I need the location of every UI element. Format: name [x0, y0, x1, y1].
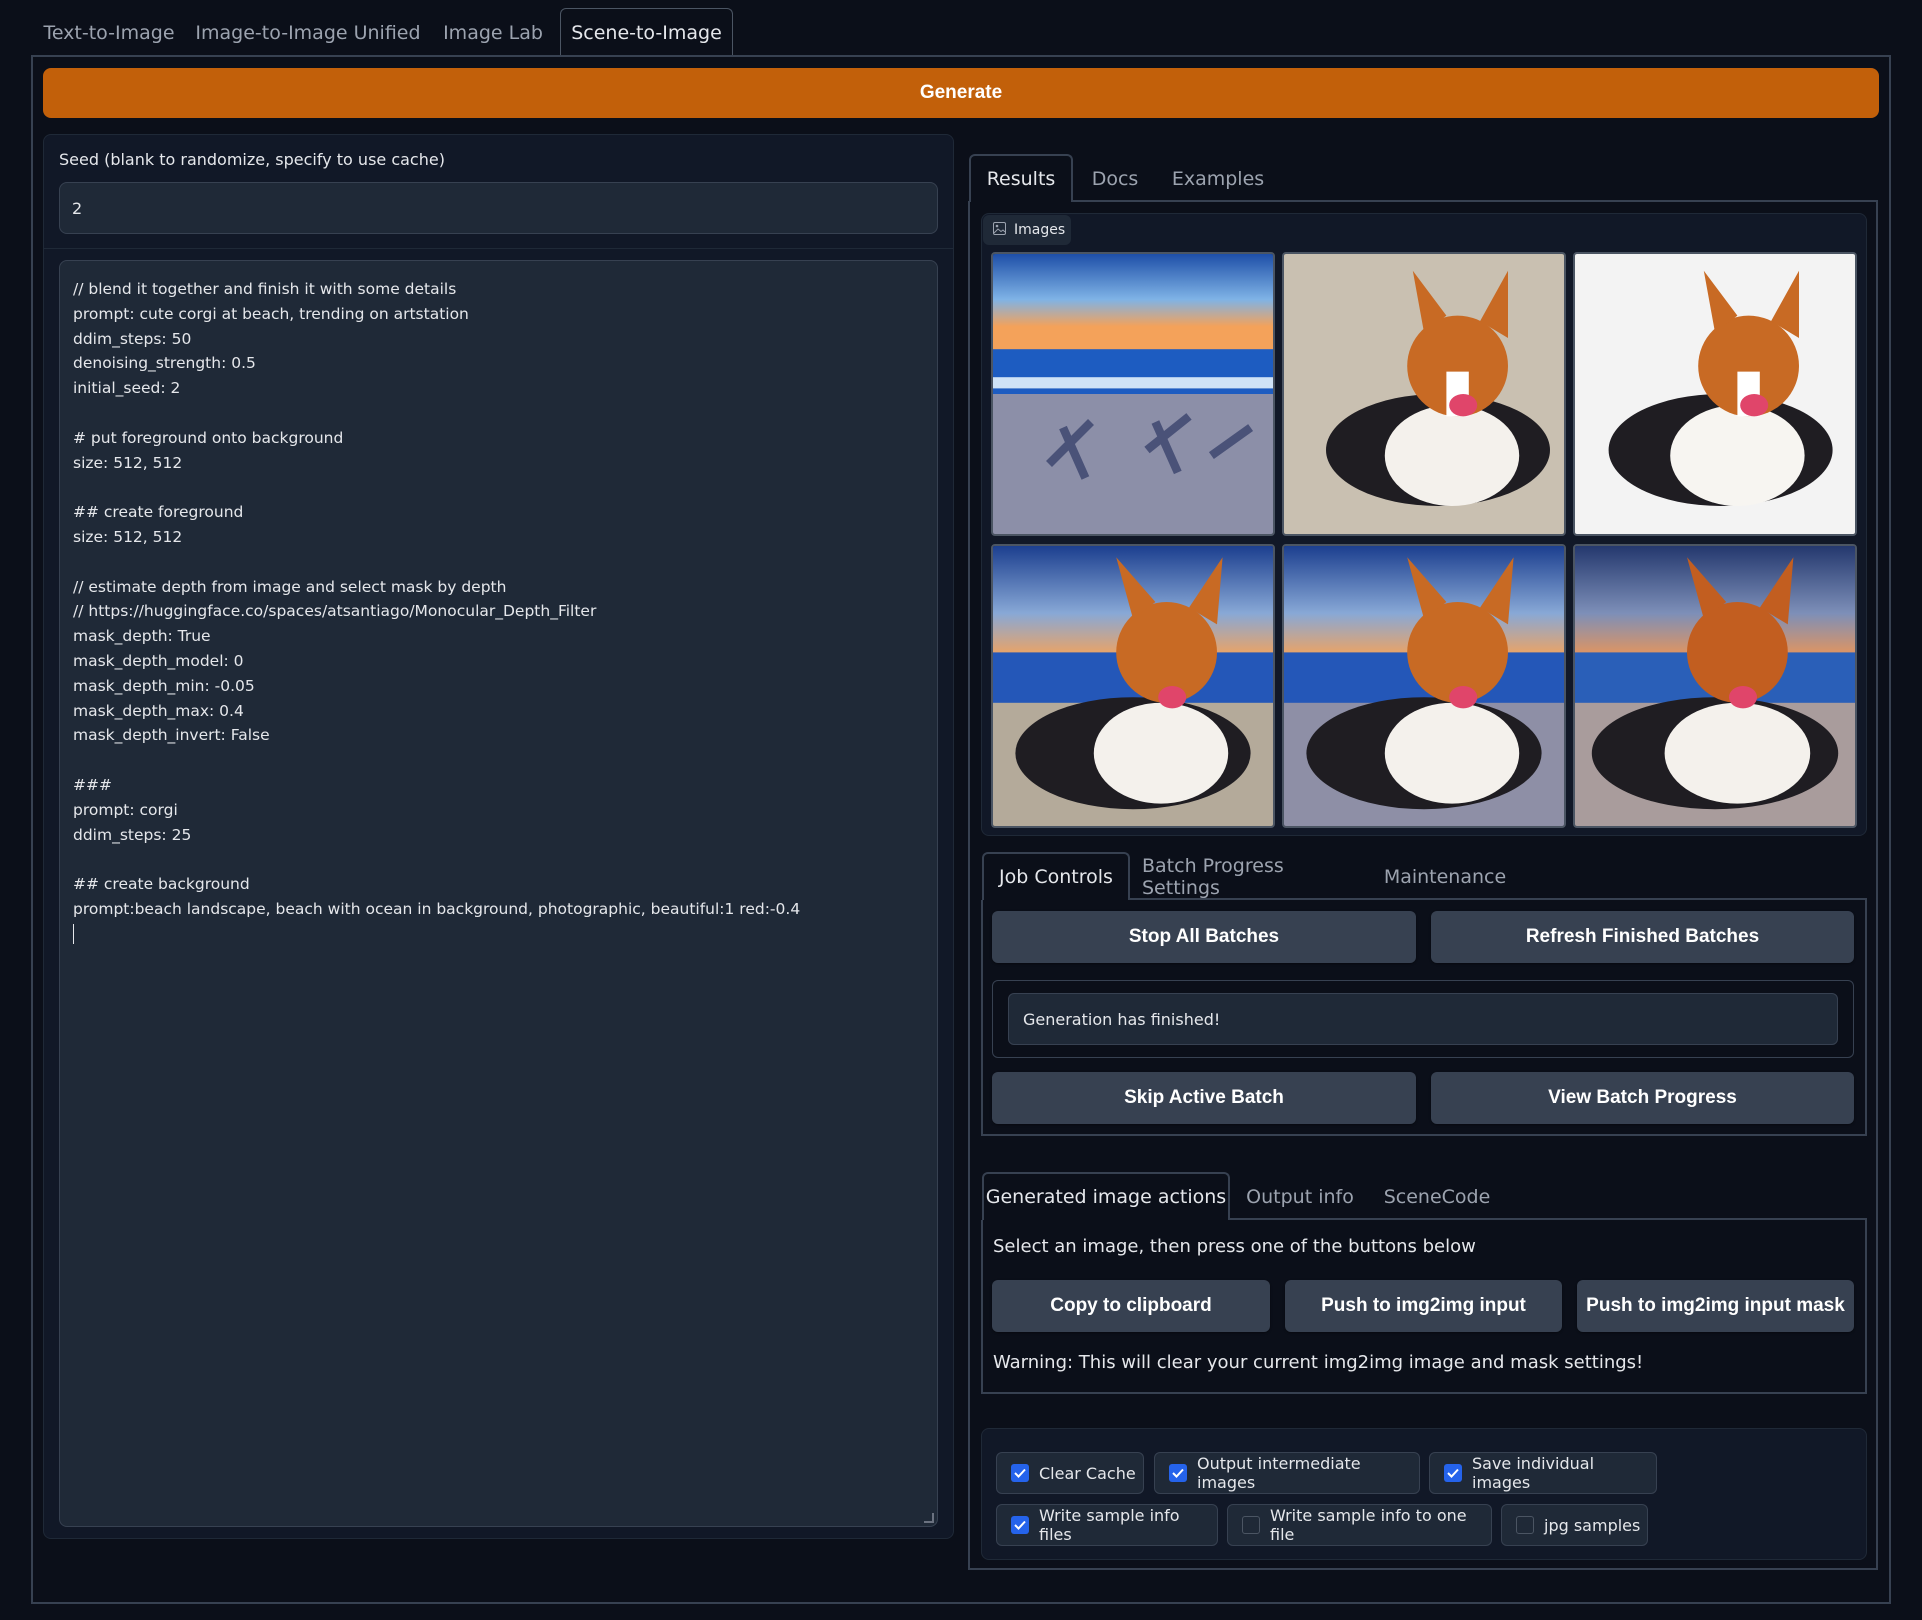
- jpg-samples-label: jpg samples: [1544, 1515, 1641, 1535]
- tab-maintenance[interactable]: Maintenance: [1376, 852, 1514, 900]
- clear-cache-checkbox[interactable]: Clear Cache: [996, 1452, 1144, 1494]
- gallery-image-corgi-white-background[interactable]: [1573, 252, 1857, 536]
- generate-button[interactable]: Generate: [43, 68, 1879, 118]
- scene-code-text: // blend it together and finish it with …: [73, 280, 801, 918]
- tab-docs[interactable]: Docs: [1080, 154, 1150, 202]
- write-sample-info-to-one-file-label: Write sample info to one file: [1270, 1506, 1467, 1544]
- jpg-samples-checkbox[interactable]: jpg samples: [1501, 1504, 1648, 1546]
- seed-label: Seed (blank to randomize, specify to use…: [59, 150, 445, 169]
- gallery-image-beach-sunset[interactable]: [991, 252, 1275, 536]
- view-batch-progress-button[interactable]: View Batch Progress: [1431, 1072, 1854, 1124]
- text-cursor: [73, 924, 74, 945]
- actions-warning: Warning: This will clear your current im…: [993, 1352, 1644, 1373]
- actions-hint: Select an image, then press one of the b…: [993, 1236, 1476, 1257]
- tab-output-info[interactable]: Output info: [1240, 1172, 1360, 1220]
- write-sample-info-files-label: Write sample info files: [1039, 1506, 1180, 1544]
- seed-input[interactable]: 2: [59, 182, 938, 234]
- push-to-img2img-input-mask-button[interactable]: Push to img2img input mask: [1577, 1280, 1854, 1332]
- checkbox-unchecked-icon: [1516, 1516, 1534, 1534]
- checkbox-unchecked-icon: [1242, 1516, 1260, 1534]
- image-icon: [993, 221, 1006, 239]
- tab-text-to-image[interactable]: Text-to-Image: [33, 8, 185, 56]
- scene-code-textarea[interactable]: // blend it together and finish it with …: [59, 260, 938, 1527]
- divider: [43, 248, 954, 249]
- push-to-img2img-input-button[interactable]: Push to img2img input: [1285, 1280, 1562, 1332]
- tab-results[interactable]: Results: [969, 154, 1073, 202]
- gallery-label: Images: [983, 215, 1071, 245]
- tab-scene-to-image[interactable]: Scene-to-Image: [560, 8, 733, 56]
- gallery-image-corgi-at-beach-2[interactable]: [1282, 544, 1566, 828]
- resize-handle[interactable]: [924, 1513, 934, 1523]
- tab-scenecode[interactable]: SceneCode: [1376, 1172, 1498, 1220]
- copy-to-clipboard-button[interactable]: Copy to clipboard: [992, 1280, 1270, 1332]
- tab-image-lab[interactable]: Image Lab: [430, 8, 556, 56]
- gallery-image-corgi-at-beach-3[interactable]: [1573, 544, 1857, 828]
- tab-batch-progress-settings[interactable]: Batch Progress Settings: [1140, 852, 1360, 900]
- stop-all-batches-button[interactable]: Stop All Batches: [992, 911, 1416, 963]
- save-individual-images-checkbox[interactable]: Save individual images: [1429, 1452, 1657, 1494]
- checkbox-checked-icon: [1011, 1464, 1029, 1482]
- output-intermediate-images-checkbox[interactable]: Output intermediate images: [1154, 1452, 1420, 1494]
- tab-image-to-image-unified[interactable]: Image-to-Image Unified: [193, 8, 423, 56]
- tab-generated-image-actions[interactable]: Generated image actions: [982, 1172, 1230, 1220]
- checkbox-checked-icon: [1011, 1516, 1029, 1534]
- write-sample-info-files-checkbox[interactable]: Write sample info files: [996, 1504, 1218, 1546]
- clear-cache-label: Clear Cache: [1039, 1463, 1136, 1483]
- refresh-finished-batches-button[interactable]: Refresh Finished Batches: [1431, 911, 1854, 963]
- checkbox-checked-icon: [1169, 1464, 1187, 1482]
- gallery-label-text: Images: [1014, 222, 1066, 238]
- status-textbox: Generation has finished!: [1008, 993, 1838, 1045]
- gallery-image-corgi-on-sand[interactable]: [1282, 252, 1566, 536]
- tab-job-controls[interactable]: Job Controls: [982, 852, 1130, 900]
- output-intermediate-images-label: Output intermediate images: [1197, 1454, 1361, 1492]
- write-sample-info-to-one-file-checkbox[interactable]: Write sample info to one file: [1227, 1504, 1492, 1546]
- skip-active-batch-button[interactable]: Skip Active Batch: [992, 1072, 1416, 1124]
- tab-examples[interactable]: Examples: [1163, 154, 1273, 202]
- gallery-image-corgi-at-beach-1[interactable]: [991, 544, 1275, 828]
- save-individual-images-label: Save individual images: [1472, 1454, 1595, 1492]
- checkbox-checked-icon: [1444, 1464, 1462, 1482]
